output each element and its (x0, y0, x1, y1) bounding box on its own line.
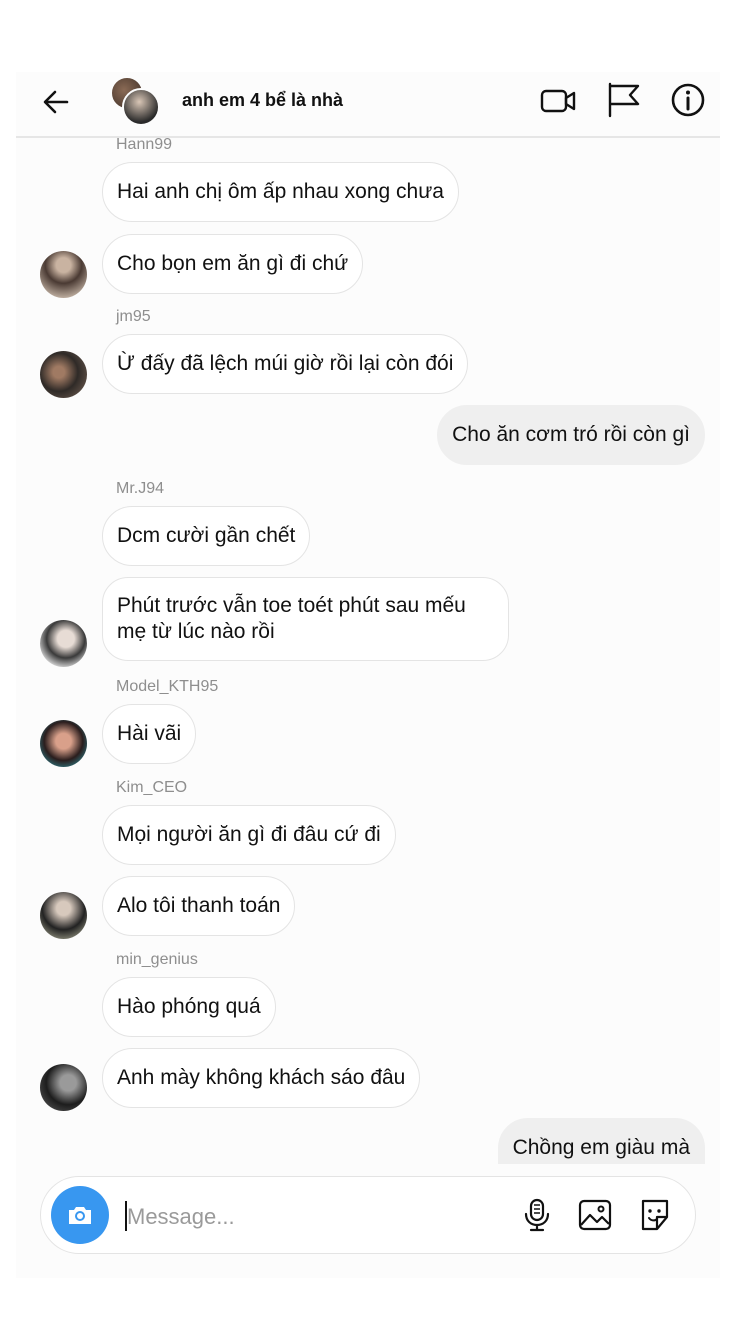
arrow-left-icon[interactable] (40, 86, 72, 118)
message-composer: Message... (40, 1176, 696, 1254)
avatar[interactable] (40, 620, 87, 667)
message-bubble[interactable]: Cho bọn em ăn gì đi chứ (102, 234, 364, 294)
sender-name: Mr.J94 (116, 480, 165, 497)
sender-name: min_genius (116, 951, 198, 968)
camera-button[interactable] (51, 1186, 109, 1244)
sticker-icon[interactable] (637, 1197, 673, 1233)
message-bubble[interactable]: Alo tôi thanh toán (102, 876, 296, 936)
avatar[interactable] (40, 892, 87, 939)
own-message-bubble[interactable]: Chồng em giàu mà (497, 1118, 705, 1164)
avatar[interactable] (40, 1064, 87, 1111)
video-camera-icon[interactable] (538, 80, 578, 120)
message-bubble[interactable]: Hào phóng quá (102, 977, 276, 1037)
message-bubble[interactable]: Anh mày không khách sáo đâu (102, 1048, 421, 1108)
message-bubble[interactable]: Dcm cười gần chết (102, 506, 311, 566)
avatar (122, 88, 160, 126)
message-input[interactable]: Message... (127, 1204, 235, 1230)
image-icon[interactable] (577, 1197, 613, 1233)
sender-name: jm95 (116, 308, 151, 325)
message-bubble[interactable]: Hài vãi (102, 704, 197, 764)
avatar[interactable] (40, 351, 87, 398)
avatar[interactable] (40, 720, 87, 767)
message-bubble[interactable]: Hai anh chị ôm ấp nhau xong chưa (102, 162, 459, 222)
own-message-bubble[interactable]: Cho ăn cơm tró rồi còn gì (437, 405, 705, 465)
info-icon[interactable] (668, 80, 708, 120)
sender-name: Hann99 (116, 136, 173, 153)
group-avatar[interactable] (110, 74, 160, 126)
microphone-icon[interactable] (519, 1197, 555, 1233)
message-bubble[interactable]: Ừ đấy đã lệch múi giờ rồi lại còn đói (102, 334, 469, 394)
avatar[interactable] (40, 251, 87, 298)
conversation-title[interactable]: anh em 4 bể là nhà (182, 90, 343, 111)
flag-icon[interactable] (604, 80, 644, 120)
message-bubble[interactable]: Phút trước vẫn toe toét phút sau mếu mẹ … (102, 577, 509, 661)
chat-header: anh em 4 bể là nhà (16, 72, 720, 138)
camera-icon (69, 1207, 91, 1224)
sender-name: Kim_CEO (116, 779, 188, 796)
sender-name: Model_KTH95 (116, 678, 219, 695)
message-bubble[interactable]: Mọi người ăn gì đi đâu cứ đi (102, 805, 396, 865)
